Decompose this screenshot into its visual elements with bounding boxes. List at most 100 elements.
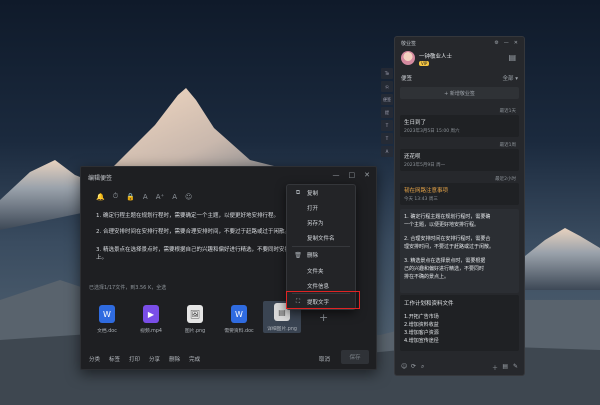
menu-item-folder[interactable]: 文件夹 [287,265,355,277]
close-icon[interactable]: ✕ [514,40,518,46]
note-time-group: 最近1天 [499,109,516,114]
side-toolbar-strip: Te 公 便签 提 T T A [381,68,393,159]
done-button[interactable]: 完成 [189,355,200,363]
bell-icon[interactable]: 🔔 [96,193,105,201]
font-size-up-icon[interactable]: A⁺ [156,193,164,201]
print-button[interactable]: 打印 [129,355,140,363]
menu-item-label: 另存为 [307,221,324,227]
sticky-notes-panel: 敬业签 ⚙ — ✕ 一钟敬业人士 VIP ▤ 便签 全部 ▾ + 新增敬业签 最… [394,36,525,376]
new-note-button[interactable]: + 新增敬业签 [400,87,519,99]
attachment-item[interactable]: ▶ 视频.mp4 [135,305,167,334]
emoji-icon[interactable]: ☺ [185,193,192,201]
highlight-box [286,291,360,309]
menu-item-label: 删除 [307,253,319,259]
side-strip-item[interactable]: 提 [381,107,393,118]
note-text-line[interactable]: 1. 确定行程主题在规划行程时，需要确定一个主题，以便更好地安排行程。 [96,212,279,220]
lock-icon[interactable]: 🔒 [126,193,135,201]
list-icon[interactable]: ▤ [502,363,508,370]
word-doc-icon: W [231,305,247,323]
panel-menu-icon[interactable]: ▤ [508,53,516,62]
panel-bottom-toolbar: ☺ ⟳ ⌕ ＋ ▤ ✎ [401,363,518,372]
note-title: 韧在网路注意事项 [404,188,449,194]
side-strip-item[interactable]: 公 [381,81,393,92]
note-line: 一个主题，以便更好地安排行程。 [404,222,480,228]
menu-item-copy-filename[interactable]: 复制文件名 [287,232,355,244]
tag-button[interactable]: 标签 [109,355,120,363]
app-name: 敬业签 [401,41,417,47]
cancel-button[interactable]: 取消 [319,355,330,363]
panel-section-header: 便签 全部 ▾ [401,74,518,82]
note-card[interactable]: 工作计划和资料文件 1.开拓广告市场 2.增加资料收益 3.增加客户资源 4.增… [400,295,519,351]
menu-item-copy[interactable]: ⧉ 复制 [287,187,355,199]
avatar[interactable] [401,51,415,65]
attachment-label: 视频.mp4 [140,329,162,334]
note-text-line[interactable]: 上。 [96,254,107,262]
delete-button[interactable]: 删除 [169,355,180,363]
clock-icon[interactable]: ⏱ [113,192,118,201]
share-button[interactable]: 分享 [149,355,160,363]
menu-item-delete[interactable]: 🗑 删除 [287,249,355,261]
attachment-label: 图片.png [184,329,206,334]
add-icon[interactable]: ＋ [492,363,498,372]
font-color-icon[interactable]: A [172,193,177,201]
window-title: 编辑便签 [88,175,113,182]
note-text-line[interactable]: 2. 合理安排时间在安排行程时，需要合理安排时间，不要过于赶路或过于闲散。 [96,228,290,236]
note-line: 3.增加客户资源 [404,330,439,336]
add-attachment-icon[interactable]: + [319,311,328,324]
close-icon[interactable]: ✕ [364,171,370,179]
image-file-icon: 🖼 [187,305,203,323]
note-line: 1. 确定行程主题在规划行程时，需要确 [404,214,491,220]
attachment-item[interactable]: W 文档.doc [91,305,123,334]
minimize-icon[interactable]: — [333,171,340,179]
note-title: 工作计划和资料文件 [404,301,454,307]
filter-dropdown[interactable]: 全部 ▾ [502,74,518,82]
font-icon[interactable]: A [143,193,148,201]
menu-divider [292,246,350,247]
editor-bottom-actions: 分类 标签 打印 分享 删除 完成 [89,355,200,363]
note-time-group: 最近1周 [499,143,516,148]
save-button[interactable]: 保存 [341,350,369,364]
settings-icon[interactable]: ⚙ [494,40,498,46]
edit-icon[interactable]: ✎ [513,363,518,370]
refresh-icon[interactable]: ⟳ [411,363,416,370]
note-card[interactable]: 最近1周 还花呗 2023年5月9日 周一 [400,143,519,171]
username[interactable]: 一钟敬业人士 [419,52,452,60]
category-button[interactable]: 分类 [89,355,100,363]
side-strip-item[interactable]: 便签 [381,94,393,105]
note-line: 3. 精选景点在选择景点时，需要根据 [404,258,486,264]
attachment-item[interactable]: W 需要资料.doc [223,305,255,334]
note-title: 还花呗 [404,154,421,160]
panel-app-title: 敬业签 [401,40,416,47]
menu-item-label: 文件信息 [307,284,330,290]
format-toolbar: 🔔 ⏱ 🔒 A A⁺ A ☺ [96,192,192,201]
note-date: 2023年5月9日 周一 [404,163,446,168]
side-strip-item[interactable]: T [381,133,393,144]
trash-icon: 🗑 [294,251,302,259]
attachment-label: 文档.doc [97,329,117,334]
note-card[interactable]: 最近1天 生日到了 2023年3月5日 15:00 周六 [400,109,519,137]
side-strip-item[interactable]: T [381,120,393,131]
vip-badge: VIP [419,61,430,66]
emoji-icon[interactable]: ☺ [401,363,407,370]
menu-item-open[interactable]: 打开 [287,202,355,214]
note-text-line[interactable]: 3. 精选景点在选择景点时，需要根据自己的兴趣和偏好进行精选，不要同时安排过 [96,246,296,254]
note-card[interactable]: 最近2小时 韧在网路注意事项 今天 13:43 周三 [400,177,519,205]
side-strip-item[interactable]: Te [381,68,393,79]
attachment-item[interactable]: 🖼 图片.png [179,305,211,334]
attachment-label: 详细图片.png [267,327,297,332]
minimize-icon[interactable]: — [504,40,509,46]
menu-item-label: 复制 [307,191,319,197]
note-date: 今天 13:43 周三 [404,197,438,202]
maximize-icon[interactable]: □ [349,171,356,179]
note-line: 2.增加资料收益 [404,322,439,328]
note-line: 己的兴趣和偏好进行精选，不要同时 [404,266,485,272]
note-line: 理安排时间，不要过于赶路或过于闲散。 [404,244,495,250]
search-icon[interactable]: ⌕ [421,363,424,371]
note-date: 2023年3月5日 15:00 周六 [404,129,460,134]
note-card-active[interactable]: 1. 确定行程主题在规划行程时，需要确 一个主题，以便更好地安排行程。 2. 合… [400,209,519,293]
section-title[interactable]: 便签 [401,76,412,82]
video-file-icon: ▶ [143,305,159,323]
side-strip-item[interactable]: A [381,146,393,157]
menu-item-label: 打开 [307,206,319,212]
menu-item-save-as[interactable]: 另存为 [287,217,355,229]
